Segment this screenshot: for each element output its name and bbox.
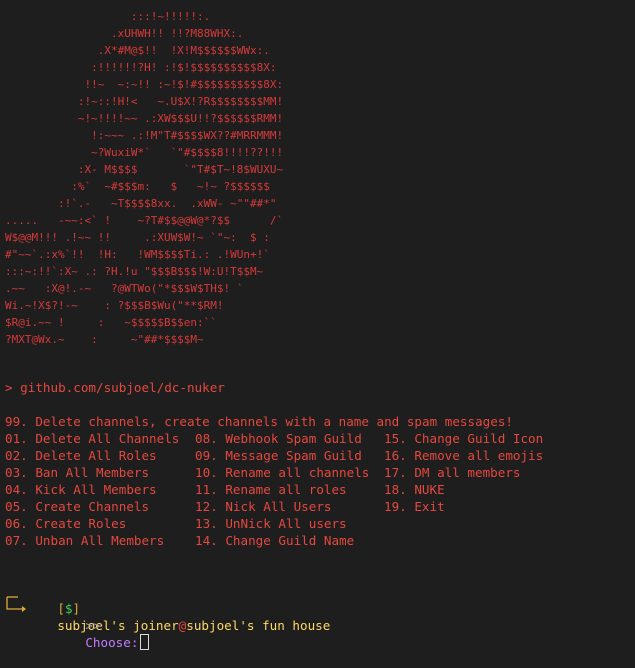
menu-item: 08. Webhook Spam Guild bbox=[195, 431, 362, 446]
choose-prompt: >> Choose: bbox=[55, 600, 150, 668]
menu-item: 03. Ban All Members bbox=[5, 465, 150, 480]
menu-item: 18. NUKE bbox=[384, 482, 445, 497]
menu-item: 19. Exit bbox=[384, 499, 445, 514]
prompt-tree-connector-icon bbox=[6, 596, 26, 612]
menu-item: 11. Rename all roles bbox=[195, 482, 347, 497]
prompt-arrows: >> bbox=[85, 618, 101, 633]
menu-item: 09. Message Spam Guild bbox=[195, 448, 362, 463]
option-99: 99. Delete channels, create channels wit… bbox=[5, 414, 513, 429]
choose-label: Choose: bbox=[85, 635, 139, 650]
menu-item: 13. UnNick All users bbox=[195, 516, 347, 531]
menu-item: 05. Create Channels bbox=[5, 499, 150, 514]
menu-item: 01. Delete All Channels bbox=[5, 431, 180, 446]
ascii-art-banner: :::!~!!!!!:. .xUHWH!! !!?M88WHX:. .X*#M@… bbox=[5, 10, 284, 346]
menu-item: 04. Kick All Members bbox=[5, 482, 157, 497]
terminal-window: :::!~!!!!!:. .xUHWH!! !!?M88WHX:. .X*#M@… bbox=[0, 0, 635, 650]
input-cursor[interactable] bbox=[140, 634, 150, 650]
prompt-host: subjoel's fun house bbox=[186, 618, 331, 633]
menu-item: 02. Delete All Roles bbox=[5, 448, 157, 463]
menu-item: 14. Change Guild Name bbox=[195, 533, 355, 548]
menu-item: 12. Nick All Users bbox=[195, 499, 332, 514]
repo-link-line: > github.com/subjoel/dc-nuker bbox=[5, 380, 225, 395]
menu-item: 10. Rename all channels bbox=[195, 465, 370, 480]
menu-item: 16. Remove all emojis bbox=[384, 448, 544, 463]
menu-item: 17. DM all members bbox=[384, 465, 521, 480]
menu-item: 06. Create Roles bbox=[5, 516, 127, 531]
menu-item: 07. Unban All Members bbox=[5, 533, 165, 548]
menu-item: 15. Change Guild Icon bbox=[384, 431, 544, 446]
